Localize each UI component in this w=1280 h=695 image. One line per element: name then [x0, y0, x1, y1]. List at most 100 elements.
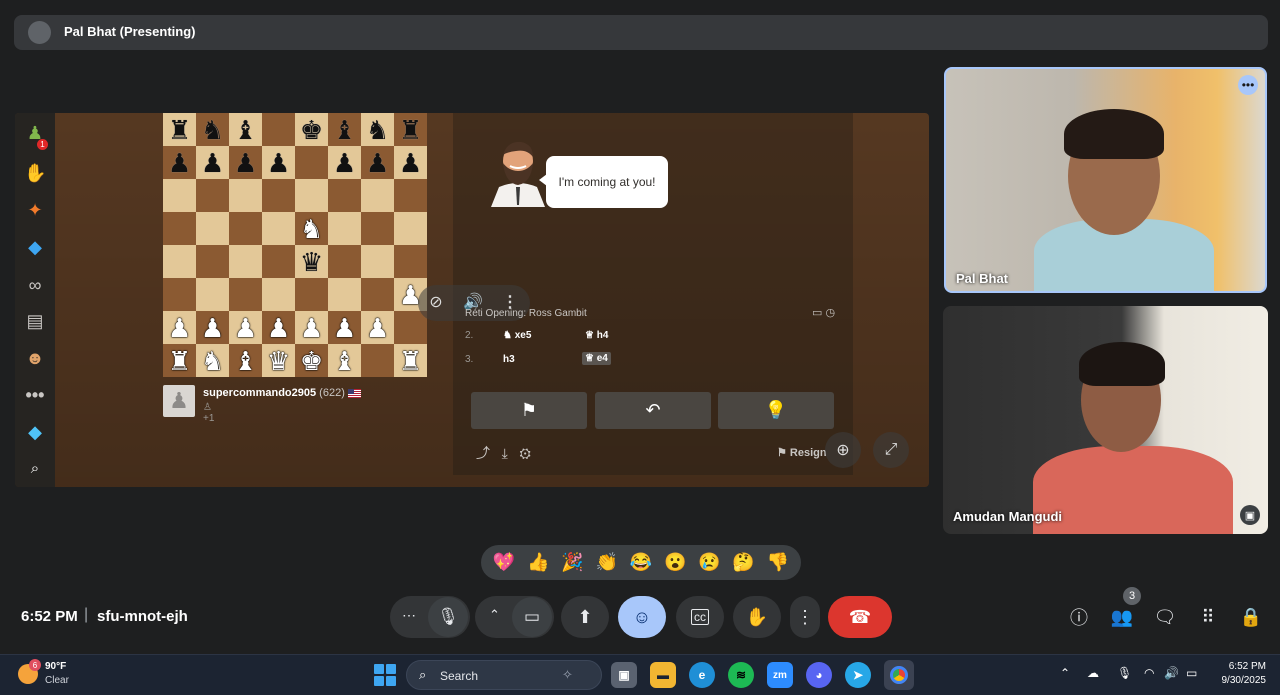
- fullscreen-icon[interactable]: ⤢: [873, 432, 909, 468]
- board-square[interactable]: ♛: [295, 245, 328, 278]
- edge-icon[interactable]: e: [689, 662, 715, 688]
- book-icon[interactable]: ▭ ◷: [812, 306, 835, 319]
- weather-condition[interactable]: Clear: [45, 675, 69, 686]
- board-square[interactable]: [163, 212, 196, 245]
- black-pawn-icon[interactable]: ♟: [366, 150, 389, 176]
- white-knight-icon[interactable]: ♞: [300, 216, 323, 242]
- raise-hand-button[interactable]: ✋: [733, 596, 781, 638]
- resign-button[interactable]: ⚑ Resign: [777, 446, 827, 459]
- board-square[interactable]: ♟: [361, 311, 394, 344]
- mic-button[interactable]: 🎙: [428, 597, 468, 637]
- board-square[interactable]: [394, 212, 427, 245]
- white-pawn-icon[interactable]: ♟: [267, 315, 290, 341]
- board-square[interactable]: ♝: [229, 113, 262, 146]
- reaction-emoji[interactable]: 😢: [694, 552, 724, 573]
- white-pawn-icon[interactable]: ♟: [234, 315, 257, 341]
- present-button[interactable]: ⬆: [561, 596, 609, 638]
- black-pawn-icon[interactable]: ♟: [201, 150, 224, 176]
- end-call-button[interactable]: ☎: [828, 596, 892, 638]
- battery-icon[interactable]: ▭: [1186, 666, 1197, 680]
- wifi-icon[interactable]: ◠: [1144, 666, 1154, 680]
- board-square[interactable]: [196, 212, 229, 245]
- reaction-emoji[interactable]: 👏: [592, 552, 622, 573]
- board-square[interactable]: ♜: [394, 113, 427, 146]
- chevron-up-icon[interactable]: ⌃: [1060, 666, 1070, 680]
- board-square[interactable]: ♝: [328, 113, 361, 146]
- chrome-icon[interactable]: [884, 660, 914, 690]
- file-explorer-icon[interactable]: ▬: [650, 662, 676, 688]
- white-pawn-icon[interactable]: ♟: [366, 315, 389, 341]
- more-options-button[interactable]: ⋮: [790, 596, 820, 638]
- white-pawn-icon[interactable]: ♟: [300, 315, 323, 341]
- black-bishop-icon[interactable]: ♝: [234, 117, 257, 143]
- audio-options-icon[interactable]: ⋯: [402, 607, 416, 624]
- reaction-emoji[interactable]: 💖: [489, 552, 519, 573]
- white-pawn-icon[interactable]: ♟: [333, 315, 356, 341]
- board-square[interactable]: [262, 179, 295, 212]
- reactions-button[interactable]: ☺: [618, 596, 666, 638]
- board-square[interactable]: [328, 179, 361, 212]
- move-black[interactable]: ♕ h4: [585, 330, 608, 341]
- microphone-icon[interactable]: 🎙: [1117, 666, 1132, 680]
- board-square[interactable]: ♟: [163, 311, 196, 344]
- black-knight-icon[interactable]: ♞: [201, 117, 224, 143]
- board-square[interactable]: [295, 278, 328, 311]
- reaction-emoji[interactable]: 🤔: [729, 552, 759, 573]
- board-square[interactable]: ♞: [295, 212, 328, 245]
- board-square[interactable]: [361, 245, 394, 278]
- hint-button[interactable]: 💡: [718, 392, 834, 429]
- board-square[interactable]: [361, 212, 394, 245]
- more-icon[interactable]: •••: [24, 384, 46, 406]
- board-square[interactable]: ♞: [196, 344, 229, 377]
- board-square[interactable]: [229, 212, 262, 245]
- board-square[interactable]: [394, 311, 427, 344]
- share-icon[interactable]: ⤴: [476, 445, 490, 461]
- hand-piece-icon[interactable]: ✋: [24, 162, 46, 184]
- board-square[interactable]: [328, 212, 361, 245]
- news-icon[interactable]: ▤: [24, 310, 46, 332]
- white-king-icon[interactable]: ♚: [300, 348, 323, 374]
- board-square[interactable]: ♟: [361, 146, 394, 179]
- player-username[interactable]: supercommando2905: [203, 387, 316, 399]
- cloud-icon[interactable]: ☁: [1087, 666, 1099, 680]
- board-square[interactable]: [262, 245, 295, 278]
- board-square[interactable]: ♟: [328, 311, 361, 344]
- camera-button[interactable]: ▭: [512, 597, 552, 637]
- board-square[interactable]: ♝: [328, 344, 361, 377]
- white-knight-icon[interactable]: ♞: [201, 348, 224, 374]
- board-square[interactable]: ♟: [163, 146, 196, 179]
- board-square[interactable]: [262, 113, 295, 146]
- discord-icon[interactable]: ◕: [806, 662, 832, 688]
- board-square[interactable]: [262, 212, 295, 245]
- black-pawn-icon[interactable]: ♟: [234, 150, 257, 176]
- board-square[interactable]: [196, 245, 229, 278]
- picture-in-picture-icon[interactable]: ▣: [1240, 505, 1260, 525]
- board-square[interactable]: ♟: [229, 311, 262, 344]
- board-square[interactable]: ♞: [361, 113, 394, 146]
- board-square[interactable]: [163, 245, 196, 278]
- board-square[interactable]: ♚: [295, 344, 328, 377]
- board-square[interactable]: [361, 344, 394, 377]
- black-pawn-icon[interactable]: ♟: [168, 150, 191, 176]
- board-square[interactable]: [262, 278, 295, 311]
- board-square[interactable]: ♟: [262, 146, 295, 179]
- board-square[interactable]: ♛: [262, 344, 295, 377]
- move-white[interactable]: ♞ xe5: [503, 330, 531, 341]
- board-square[interactable]: ♟: [328, 146, 361, 179]
- diamond-icon[interactable]: ◆: [24, 421, 46, 443]
- black-rook-icon[interactable]: ♜: [399, 117, 422, 143]
- board-square[interactable]: ♜: [394, 344, 427, 377]
- black-knight-icon[interactable]: ♞: [366, 117, 389, 143]
- move-white[interactable]: h3: [503, 354, 515, 365]
- telegram-icon[interactable]: ➤: [845, 662, 871, 688]
- board-square[interactable]: ♟: [196, 146, 229, 179]
- board-square[interactable]: [295, 179, 328, 212]
- reaction-emoji[interactable]: 👍: [523, 552, 553, 573]
- board-square[interactable]: ♟: [196, 311, 229, 344]
- board-square[interactable]: [328, 278, 361, 311]
- chevron-up-icon[interactable]: ⌃: [489, 607, 500, 623]
- white-rook-icon[interactable]: ♜: [399, 348, 422, 374]
- volume-icon[interactable]: 🔊: [1164, 666, 1179, 680]
- white-bishop-icon[interactable]: ♝: [333, 348, 356, 374]
- puzzle-icon[interactable]: ✦: [24, 199, 46, 221]
